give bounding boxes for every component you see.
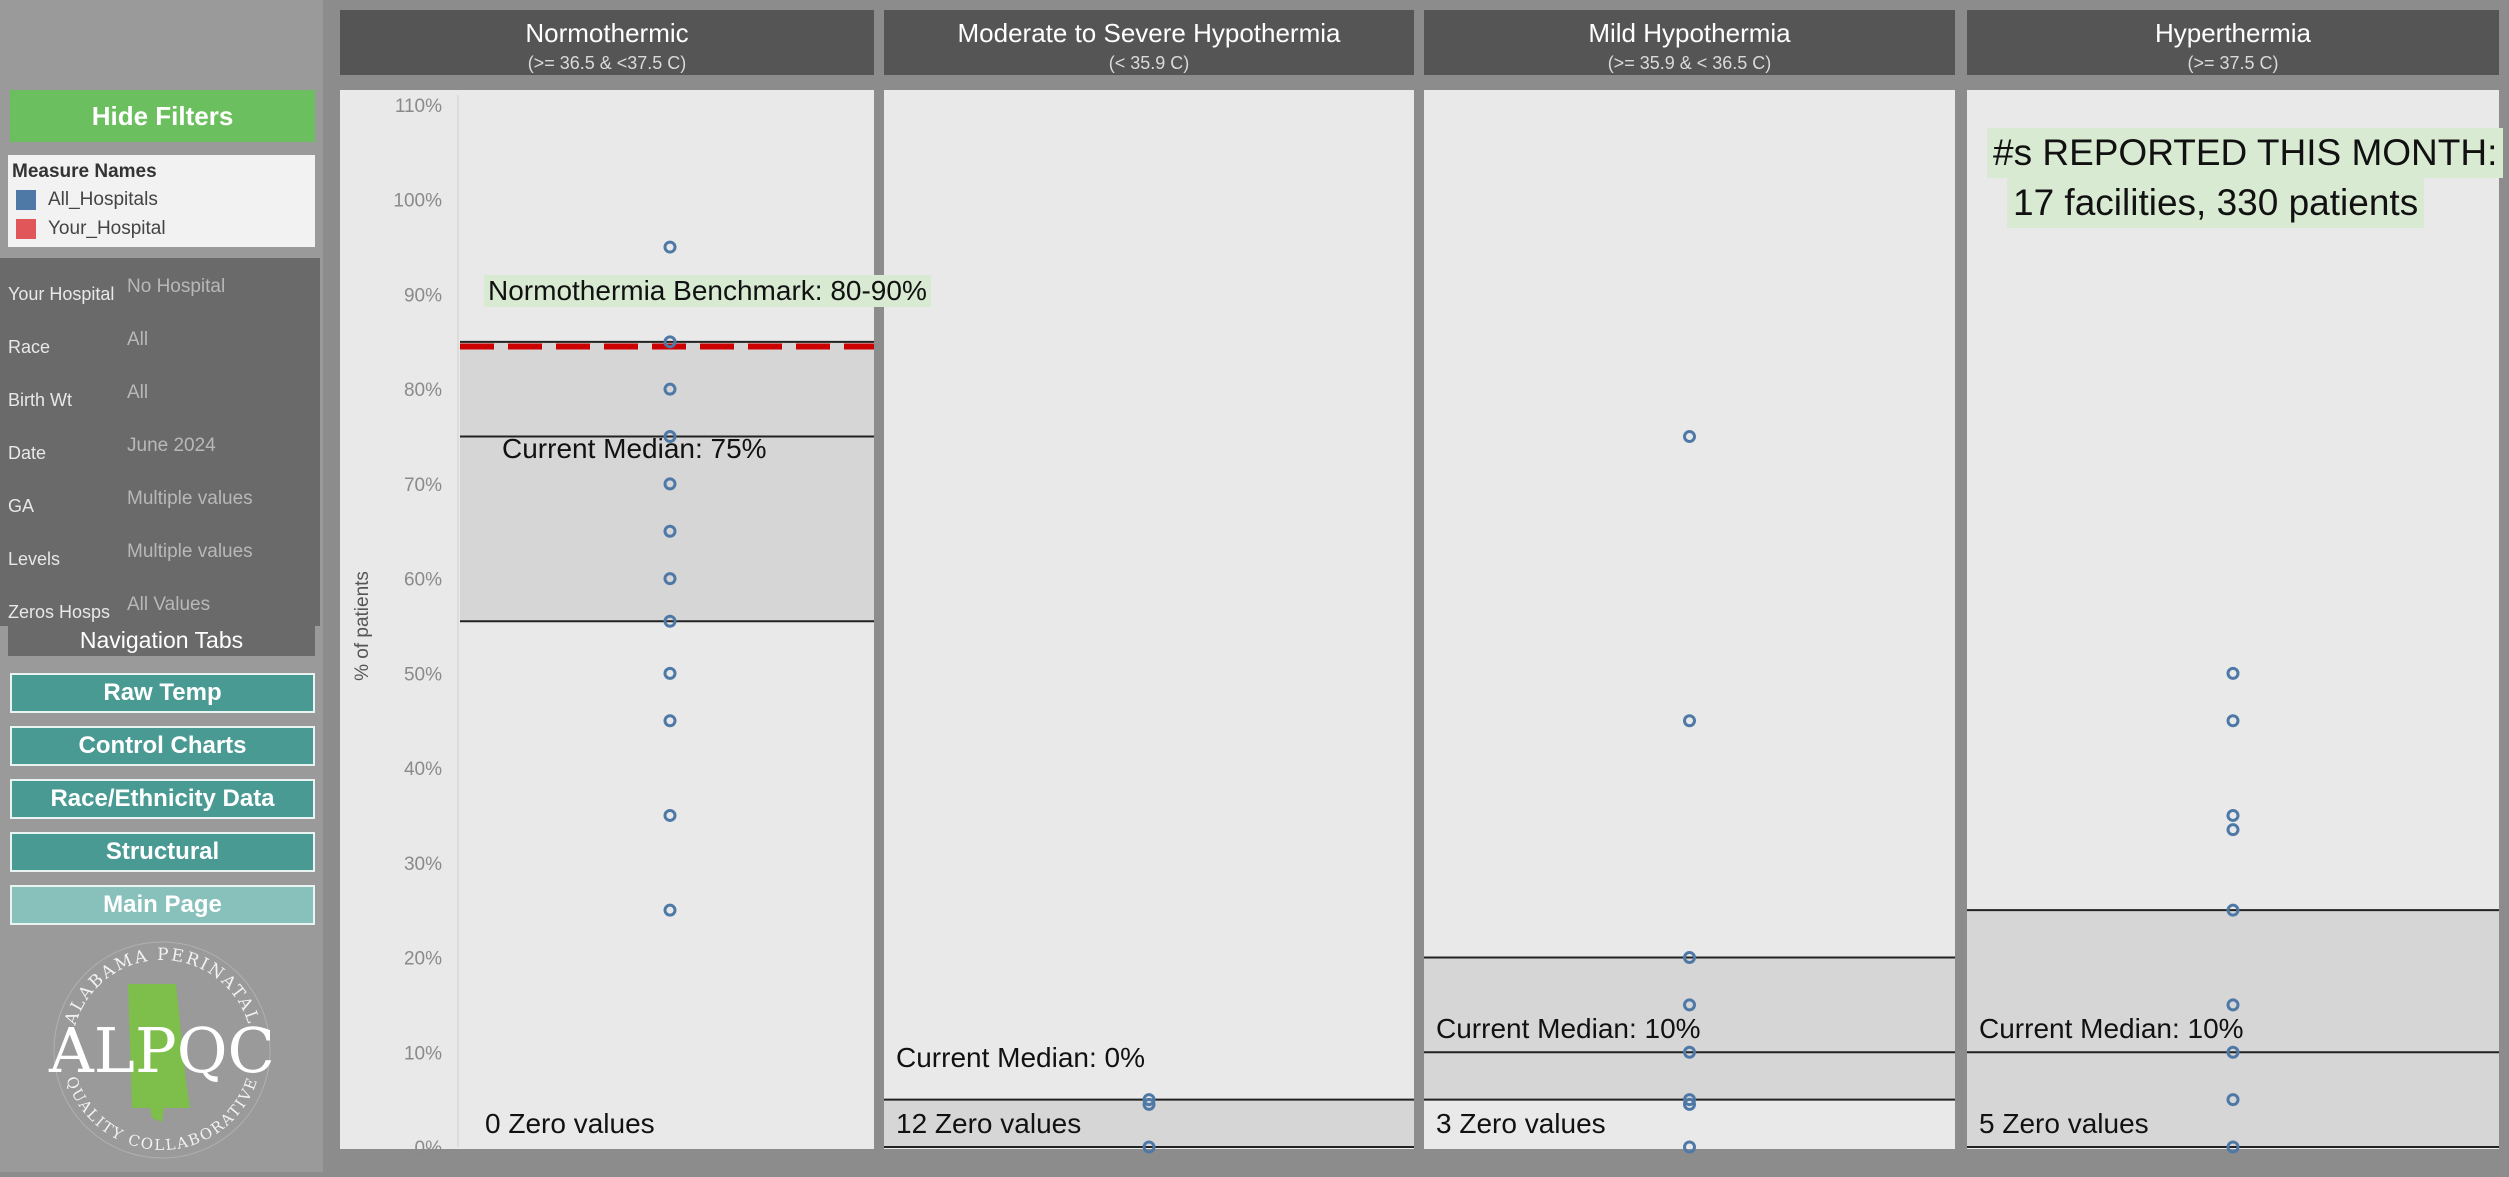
filter-label: Zeros Hosps [8, 602, 111, 622]
data-point [2226, 666, 2240, 680]
data-point [2226, 714, 2240, 728]
y-tick-label: 20% [404, 949, 442, 970]
y-tick-label: 40% [404, 759, 442, 780]
filter-ga[interactable]: GA Multiple values [8, 478, 318, 528]
zero-values-label: 3 Zero values [1436, 1108, 1606, 1139]
median-label: Current Median: 10% [1979, 1013, 2244, 1044]
navigation-tabs-title: Navigation Tabs [8, 624, 315, 656]
legend: Measure Names All_Hospitals Your_Hospita… [8, 155, 315, 247]
y-axis-label: % of patients [352, 571, 373, 681]
y-tick-label: 0% [415, 1138, 443, 1159]
chart-dashboard: Normothermic (>= 36.5 & <37.5 C) Moderate … [330, 0, 2509, 1172]
filter-birth-wt[interactable]: Birth Wt All [8, 372, 318, 422]
y-tick-label: 100% [393, 191, 442, 212]
logo-graphic: ALPQC ALABAMA PERINATAL QUALITY COLLABOR… [48, 941, 275, 1159]
filter-value[interactable]: June 2024 [127, 435, 216, 457]
data-point [1683, 430, 1696, 444]
legend-item-your-hospital[interactable]: Your_Hospital [16, 218, 166, 240]
filter-value[interactable]: Multiple values [127, 541, 253, 563]
data-point [663, 903, 677, 917]
filter-label: Race [8, 337, 51, 357]
logo-main-text: ALPQC [48, 1014, 275, 1087]
y-tick-label: 80% [404, 380, 442, 401]
zero-values-label: 5 Zero values [1979, 1108, 2149, 1139]
data-point [2226, 823, 2240, 837]
nav-structural-button[interactable]: Structural [10, 832, 315, 872]
nav-race-ethnicity-button[interactable]: Race/Ethnicity Data [10, 779, 315, 819]
nav-control-charts-button[interactable]: Control Charts [10, 726, 315, 766]
legend-swatch [16, 219, 36, 239]
zero-values-label: 0 Zero values [485, 1108, 655, 1139]
y-tick-label: 30% [404, 854, 442, 875]
data-point [663, 666, 677, 680]
median-label: Current Median: 75% [502, 433, 767, 464]
filter-levels[interactable]: Levels Multiple values [8, 531, 318, 581]
data-point [663, 714, 677, 728]
filter-value[interactable]: Multiple values [127, 488, 253, 510]
filter-panel: Your Hospital No Hospital Race All Birth… [0, 258, 320, 626]
y-tick-label: 110% [395, 96, 442, 117]
filter-value[interactable]: All [127, 329, 148, 351]
legend-label: All_Hospitals [48, 189, 158, 210]
filter-date[interactable]: Date June 2024 [8, 425, 318, 475]
legend-item-all-hospitals[interactable]: All_Hospitals [16, 189, 158, 211]
filter-label: GA [8, 496, 35, 516]
reported-this-month-note: 17 facilities, 330 patients [2007, 178, 2425, 228]
legend-title: Measure Names [12, 161, 157, 182]
filter-label: Your Hospital [8, 284, 115, 304]
filter-label: Date [8, 443, 47, 463]
y-tick-label: 50% [404, 664, 442, 685]
filter-value[interactable]: All [127, 382, 148, 404]
data-point [663, 808, 677, 822]
alpqc-logo: ALPQC ALABAMA PERINATAL QUALITY COLLABOR… [0, 932, 323, 1172]
hide-filters-button[interactable]: Hide Filters [10, 90, 315, 142]
nav-raw-temp-button[interactable]: Raw Temp [10, 673, 315, 713]
y-tick-label: 70% [404, 475, 442, 496]
data-point [1683, 1140, 1696, 1154]
reported-this-month-note: #s REPORTED THIS MONTH: [1987, 128, 2504, 178]
data-point [1683, 714, 1696, 728]
filter-value[interactable]: All Values [127, 594, 210, 616]
y-tick-label: 10% [404, 1043, 442, 1064]
median-label: Current Median: 0% [896, 1042, 1146, 1073]
median-label: Current Median: 10% [1436, 1013, 1701, 1044]
y-tick-label: 60% [404, 570, 442, 591]
filter-race[interactable]: Race All [8, 319, 318, 369]
filter-label: Birth Wt [8, 390, 73, 410]
benchmark-label: Normothermia Benchmark: 80-90% [484, 275, 931, 307]
nav-main-page-button[interactable]: Main Page [10, 885, 315, 925]
y-tick-label: 90% [404, 285, 442, 306]
data-point [2226, 808, 2240, 822]
data-point [663, 240, 677, 254]
filter-value[interactable]: No Hospital [127, 276, 225, 298]
filter-label: Levels [8, 549, 61, 569]
filter-your-hospital[interactable]: Your Hospital No Hospital [8, 266, 318, 316]
sidebar: Hide Filters Measure Names All_Hospitals… [0, 0, 323, 1172]
zero-values-label: 12 Zero values [896, 1108, 1082, 1139]
legend-swatch [16, 190, 36, 210]
legend-label: Your_Hospital [48, 218, 166, 239]
